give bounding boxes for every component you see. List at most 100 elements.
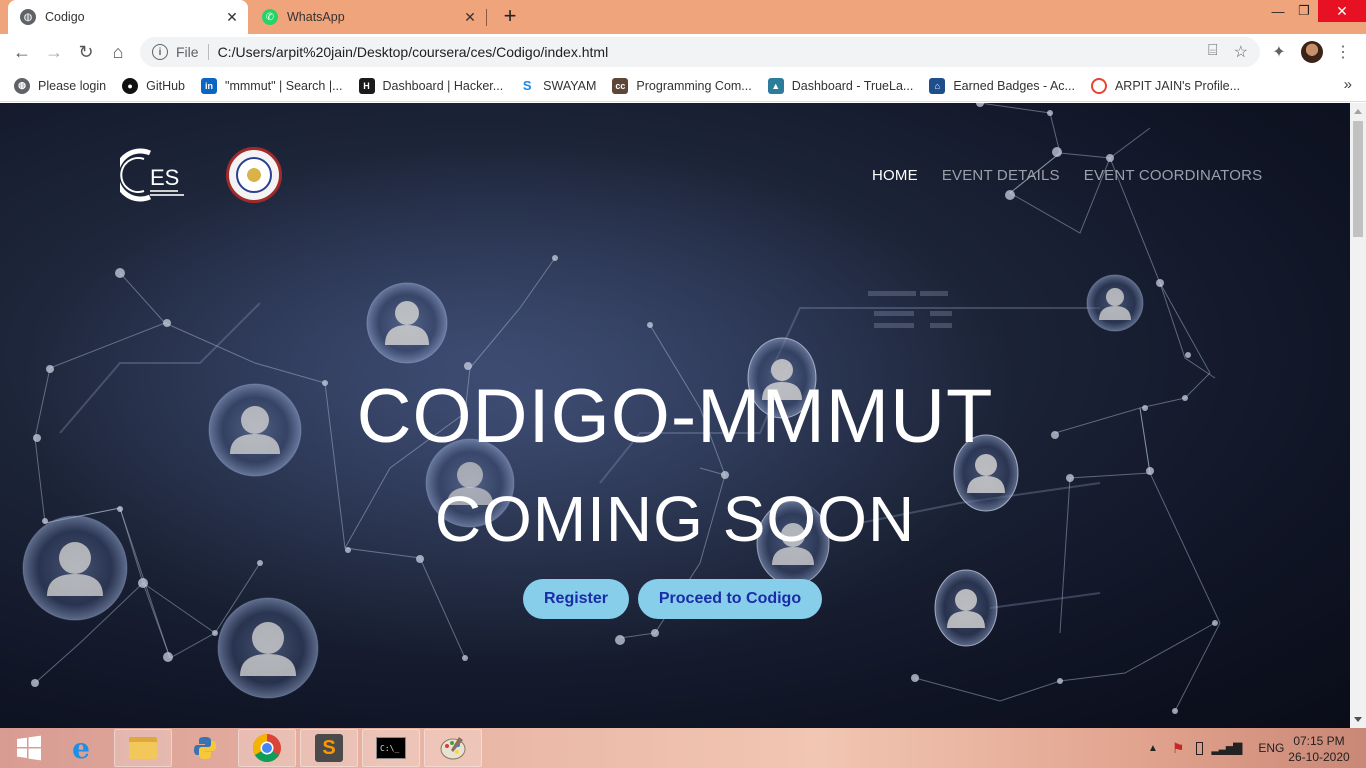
bookmark-codechef[interactable]: cc Programming Com... [612, 74, 753, 98]
bookmark-label: "mmmut" | Search |... [225, 78, 343, 93]
start-button[interactable] [0, 729, 58, 767]
github-icon: ● [122, 77, 139, 94]
taskbar-ie[interactable]: e [52, 729, 110, 767]
bookmark-truelancer[interactable]: ▲ Dashboard - TrueLa... [767, 74, 916, 98]
taskbar-sublime[interactable]: S [300, 729, 358, 767]
language-indicator[interactable]: ENG [1258, 741, 1284, 755]
new-tab-button[interactable]: + [498, 5, 522, 29]
sublime-text-icon: S [315, 734, 343, 762]
bookmark-profile[interactable]: ARPIT JAIN's Profile... [1090, 74, 1242, 98]
nav-home[interactable]: HOME [872, 167, 918, 184]
bookmark-label: Dashboard - TrueLa... [791, 78, 914, 93]
tab-whatsapp[interactable]: ✆ WhatsApp ✕ [250, 0, 486, 34]
bookmark-please-login[interactable]: ◍ Please login [14, 74, 108, 98]
hackerrank-icon [1090, 77, 1107, 94]
close-tab-icon[interactable]: ✕ [460, 7, 480, 27]
whatsapp-icon: ✆ [262, 9, 278, 25]
folder-icon [129, 737, 157, 759]
globe-icon: ◍ [14, 77, 30, 94]
clock[interactable]: 07:15 PM 26-10-2020 [1284, 733, 1354, 765]
flag-icon[interactable]: ⚑ [1172, 740, 1185, 757]
codechef-icon: cc [612, 77, 629, 94]
proceed-to-codigo-button[interactable]: Proceed to Codigo [638, 579, 822, 619]
address-bar[interactable]: i File C:/Users/arpit%20jain/Desktop/cou… [140, 37, 1260, 67]
bookmark-label: SWAYAM [543, 78, 597, 93]
university-seal-logo[interactable] [226, 147, 282, 203]
bookmark-label: Dashboard | Hacker... [382, 78, 504, 93]
bookmark-linkedin[interactable]: in "mmmut" | Search |... [201, 74, 344, 98]
bookmark-credly[interactable]: ⌂ Earned Badges - Ac... [929, 74, 1077, 98]
system-tray: ▲ ⚑ ▂▃▅▇ ENG [1148, 728, 1284, 768]
tab-strip: ◍ Codigo ✕ ✆ WhatsApp ✕ + — ❐ ✕ [0, 0, 1366, 34]
reload-button[interactable]: ↻ [74, 40, 98, 64]
svg-text:ES: ES [150, 165, 179, 190]
tab-separator [486, 9, 487, 26]
scroll-down-icon[interactable] [1354, 717, 1362, 722]
date-text: 26-10-2020 [1288, 750, 1350, 764]
nav-event-coordinators[interactable]: EVENT COORDINATORS [1084, 167, 1263, 184]
command-prompt-icon: C:\_ [376, 737, 406, 759]
hero-subtitle: COMING SOON [434, 483, 916, 555]
bookmark-label: Earned Badges - Ac... [953, 78, 1075, 93]
hackerearth-icon: H [358, 77, 375, 94]
taskbar-cmd[interactable]: C:\_ [362, 729, 420, 767]
chevron-right-icon[interactable]: » [1344, 76, 1352, 93]
linkedin-icon: in [201, 77, 218, 94]
time-text: 07:15 PM [1293, 734, 1345, 748]
python-icon [194, 737, 216, 759]
bookmark-hackerearth[interactable]: H Dashboard | Hacker... [358, 74, 506, 98]
translate-icon[interactable]: ⌸ [1208, 42, 1218, 62]
taskbar-python[interactable] [176, 729, 234, 767]
swayam-icon: S [519, 77, 536, 94]
back-button[interactable]: ← [10, 40, 34, 64]
browser-toolbar: ← → ↻ ⌂ i File C:/Users/arpit%20jain/Des… [0, 34, 1366, 70]
credly-icon: ⌂ [929, 77, 946, 94]
bookmark-swayam[interactable]: S SWAYAM [519, 74, 598, 98]
taskbar-paint[interactable] [424, 729, 482, 767]
bookmark-label: Please login [38, 78, 107, 93]
chevron-up-icon[interactable]: ▲ [1148, 743, 1158, 754]
page-viewport: ES HOME EVENT DETAILS EVENT COORDINATORS… [0, 103, 1350, 728]
truelancer-icon: ▲ [767, 77, 784, 94]
paint-icon [440, 737, 466, 760]
divider [207, 44, 209, 60]
bookmark-star-icon[interactable]: ☆ [1234, 42, 1248, 62]
signal-icon[interactable]: ▂▃▅▇ [1211, 741, 1242, 755]
battery-icon[interactable] [1196, 741, 1204, 755]
bookmarks-bar: ◍ Please login ● GitHub in "mmmut" | Sea… [0, 70, 1366, 102]
tab-codigo[interactable]: ◍ Codigo ✕ [8, 0, 248, 34]
main-nav: HOME EVENT DETAILS EVENT COORDINATORS [872, 167, 1262, 184]
close-window-button[interactable]: ✕ [1318, 0, 1366, 22]
maximize-button[interactable]: ❐ [1288, 0, 1320, 22]
menu-icon[interactable]: ⋮ [1334, 40, 1352, 64]
vertical-scrollbar[interactable] [1350, 103, 1366, 728]
bookmark-label: Programming Com... [636, 78, 752, 93]
globe-icon: ◍ [20, 9, 36, 25]
home-button[interactable]: ⌂ [106, 40, 130, 64]
avatar [1301, 41, 1323, 63]
bookmark-label: ARPIT JAIN's Profile... [1114, 78, 1241, 93]
internet-explorer-icon: e [72, 731, 90, 765]
taskbar-explorer[interactable] [114, 729, 172, 767]
seal-emblem [236, 157, 272, 193]
info-icon[interactable]: i [152, 44, 168, 60]
tab-title: WhatsApp [287, 10, 345, 24]
forward-button[interactable]: → [42, 40, 66, 64]
scroll-up-icon[interactable] [1354, 109, 1362, 114]
ces-logo[interactable]: ES [120, 147, 192, 203]
url-text[interactable]: C:/Users/arpit%20jain/Desktop/coursera/c… [218, 44, 1208, 60]
close-tab-icon[interactable]: ✕ [222, 7, 242, 27]
scrollbar-thumb[interactable] [1353, 121, 1363, 237]
windows-taskbar: e S C:\_ ▲ ⚑ ▂▃▅▇ ENG 07:15 PM 26-10-202… [0, 728, 1366, 768]
scheme-label: File [176, 44, 199, 60]
tab-title: Codigo [45, 10, 85, 24]
bookmark-label: GitHub [146, 78, 186, 93]
taskbar-chrome[interactable] [238, 729, 296, 767]
profile-avatar[interactable] [1301, 40, 1323, 64]
extensions-icon[interactable]: ✦ [1268, 40, 1290, 64]
bookmark-github[interactable]: ● GitHub [122, 74, 187, 98]
register-button[interactable]: Register [523, 579, 629, 619]
hero-title: CODIGO-MMMUT [356, 374, 994, 459]
nav-event-details[interactable]: EVENT DETAILS [942, 167, 1060, 184]
windows-logo-icon [17, 735, 41, 761]
